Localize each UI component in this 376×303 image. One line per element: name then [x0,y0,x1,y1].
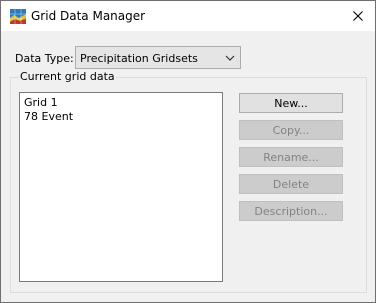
data-type-selected-value: Precipitation Gridsets [80,52,198,65]
list-item[interactable]: Grid 1 [24,96,58,109]
description-button[interactable]: Description... [239,201,343,221]
close-button[interactable] [341,1,375,31]
new-button[interactable]: New... [239,93,343,113]
current-grid-data-label: Current grid data [19,70,116,83]
data-type-dropdown[interactable]: Precipitation Gridsets [75,46,241,69]
grid-data-manager-window: Grid Data Manager Data Type: Precipitati… [0,0,376,303]
grid-data-list[interactable]: Grid 1 78 Event [19,92,223,282]
list-item[interactable]: 78 Event [24,110,73,123]
data-type-label: Data Type: [15,52,74,65]
chevron-down-icon [225,55,235,61]
rename-button[interactable]: Rename... [239,147,343,167]
copy-button[interactable]: Copy... [239,120,343,140]
delete-button[interactable]: Delete [239,174,343,194]
grid-map-icon [10,9,26,24]
window-title: Grid Data Manager [31,9,146,23]
title-bar[interactable]: Grid Data Manager [1,1,375,31]
close-icon [353,11,363,21]
